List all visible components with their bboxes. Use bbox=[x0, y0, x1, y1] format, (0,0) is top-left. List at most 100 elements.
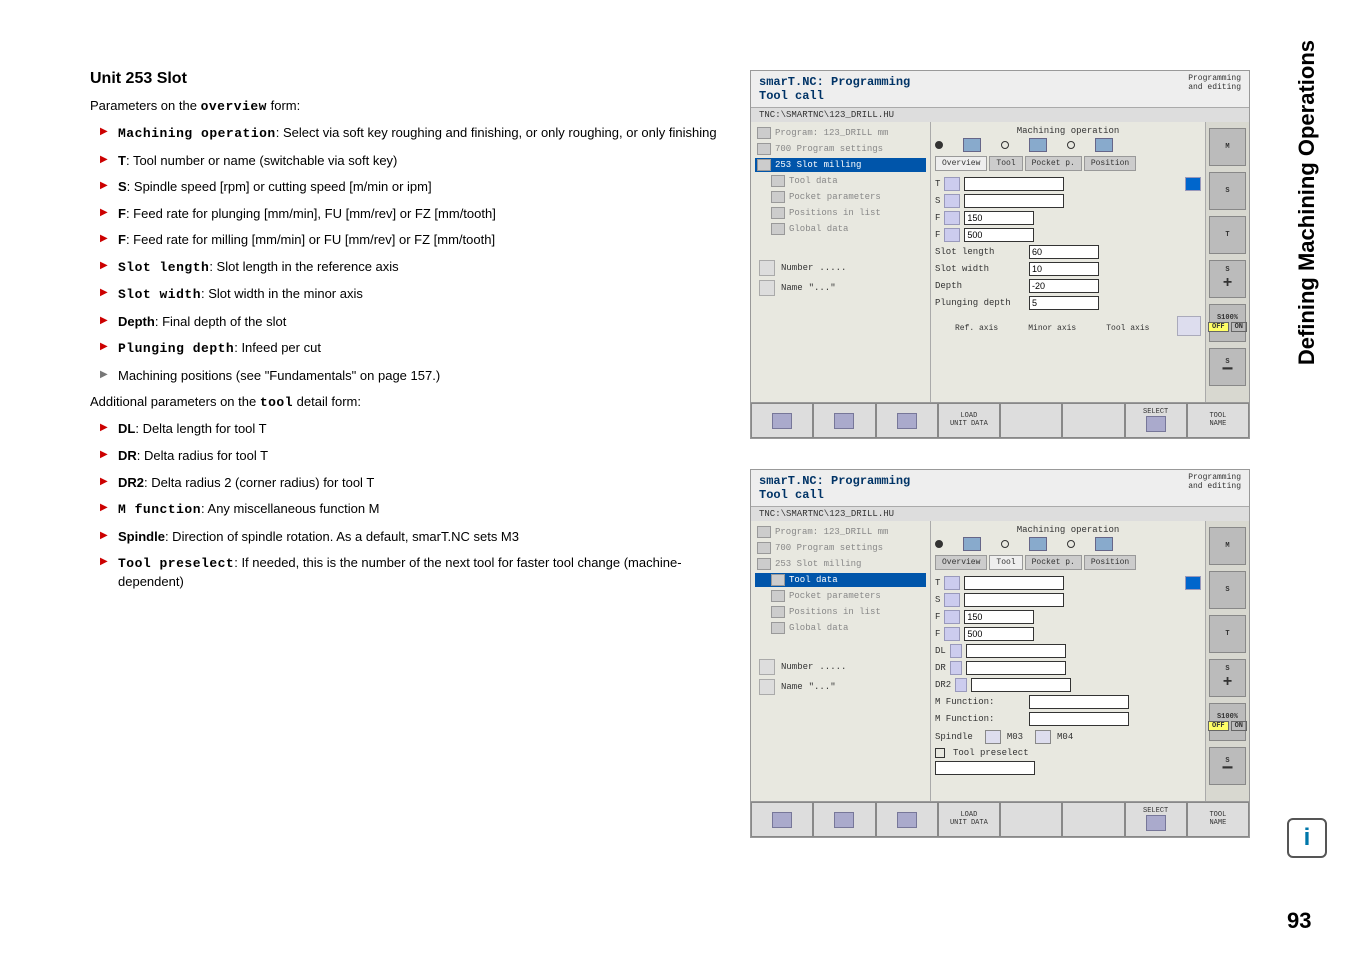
list-item: M function: Any miscellaneous function M bbox=[100, 500, 720, 519]
tree-item[interactable]: Program: 123_DRILL mm bbox=[755, 126, 926, 140]
softkey-select[interactable]: SELECT bbox=[1125, 802, 1187, 837]
tree-item[interactable]: 253 Slot milling bbox=[755, 158, 926, 172]
input-DR2[interactable] bbox=[971, 678, 1071, 692]
tab-overview[interactable]: Overview bbox=[935, 555, 987, 570]
m04-icon bbox=[1035, 730, 1051, 744]
side-btn-S[interactable]: S bbox=[1209, 172, 1246, 210]
m04-label: M04 bbox=[1057, 732, 1073, 742]
tab-pocket[interactable]: Pocket p. bbox=[1025, 156, 1082, 171]
input-depth[interactable] bbox=[1029, 279, 1099, 293]
input-F1[interactable] bbox=[964, 610, 1034, 624]
side-btn-minus[interactable]: S− bbox=[1209, 747, 1246, 785]
input-slot-length[interactable] bbox=[1029, 245, 1099, 259]
softkey-6[interactable] bbox=[1062, 802, 1124, 837]
tree-item-label: 253 Slot milling bbox=[775, 559, 861, 569]
tab-position[interactable]: Position bbox=[1084, 555, 1136, 570]
param-text: : Final depth of the slot bbox=[155, 314, 287, 329]
input-slot-width[interactable] bbox=[1029, 262, 1099, 276]
input-plunging[interactable] bbox=[1029, 296, 1099, 310]
side-btn-S[interactable]: S bbox=[1209, 571, 1246, 609]
tree-item[interactable]: Positions in list bbox=[755, 206, 926, 220]
tree-item[interactable]: Positions in list bbox=[755, 605, 926, 619]
tree-item[interactable]: Global data bbox=[755, 621, 926, 635]
side-btn-s100[interactable]: S100%OFFON bbox=[1209, 304, 1246, 342]
param-text: : Tool number or name (switchable via so… bbox=[126, 153, 397, 168]
softkey-icon bbox=[772, 812, 792, 828]
tree-item-icon bbox=[757, 127, 771, 139]
softkey-select[interactable]: SELECT bbox=[1125, 403, 1187, 438]
tab-tool[interactable]: Tool bbox=[989, 555, 1022, 570]
side-btn-M[interactable]: M bbox=[1209, 527, 1246, 565]
number-icon bbox=[759, 260, 775, 276]
chapter-title: Defining Machining Operations bbox=[1294, 40, 1320, 365]
softkey-1[interactable] bbox=[751, 802, 813, 837]
tab-tool[interactable]: Tool bbox=[989, 156, 1022, 171]
tree-item[interactable]: 253 Slot milling bbox=[755, 557, 926, 571]
softkey-load[interactable]: LOADUNIT DATA bbox=[938, 802, 1000, 837]
minus-icon: − bbox=[1221, 765, 1233, 775]
softkey-5[interactable] bbox=[1000, 403, 1062, 438]
row-F1: F bbox=[935, 211, 1201, 225]
list-item: Depth: Final depth of the slot bbox=[100, 313, 720, 331]
input-mfunc2[interactable] bbox=[1029, 712, 1129, 726]
side-btn-s100[interactable]: S100%OFFON bbox=[1209, 703, 1246, 741]
input-DL[interactable] bbox=[966, 644, 1066, 658]
input-S[interactable] bbox=[964, 593, 1064, 607]
row-S: S bbox=[935, 593, 1201, 607]
radio-finish[interactable] bbox=[1067, 540, 1075, 548]
tree-item[interactable]: 700 Program settings bbox=[755, 541, 926, 555]
tree-item[interactable]: Tool data bbox=[755, 174, 926, 188]
tree-item[interactable]: Tool data bbox=[755, 573, 926, 587]
side-btn-M[interactable]: M bbox=[1209, 128, 1246, 166]
machining-op-radios[interactable] bbox=[935, 138, 1201, 152]
tree-item[interactable]: Program: 123_DRILL mm bbox=[755, 525, 926, 539]
radio-rough-finish[interactable] bbox=[935, 141, 943, 149]
tab-position[interactable]: Position bbox=[1084, 156, 1136, 171]
tab-overview[interactable]: Overview bbox=[935, 156, 987, 171]
softkey-toolname[interactable]: TOOLNAME bbox=[1187, 403, 1249, 438]
tool-preselect-checkbox[interactable] bbox=[935, 748, 945, 758]
label-F2: F bbox=[935, 629, 940, 639]
cnc-mode: Programming and editing bbox=[1188, 75, 1241, 103]
input-F1[interactable] bbox=[964, 211, 1034, 225]
list-item: F: Feed rate for plunging [mm/min], FU [… bbox=[100, 205, 720, 223]
softkey-2[interactable] bbox=[813, 403, 875, 438]
cnc-title: smarT.NC: Programming bbox=[759, 474, 910, 488]
input-DR[interactable] bbox=[966, 661, 1066, 675]
radio-rough[interactable] bbox=[1001, 141, 1009, 149]
softkey-2[interactable] bbox=[813, 802, 875, 837]
list-item: F: Feed rate for milling [mm/min] or FU … bbox=[100, 231, 720, 249]
softkey-6[interactable] bbox=[1062, 403, 1124, 438]
input-T[interactable] bbox=[964, 576, 1064, 590]
side-btn-plus[interactable]: S+ bbox=[1209, 659, 1246, 697]
softkey-load[interactable]: LOADUNIT DATA bbox=[938, 403, 1000, 438]
input-T[interactable] bbox=[964, 177, 1064, 191]
side-btn-plus[interactable]: S+ bbox=[1209, 260, 1246, 298]
plus-icon: + bbox=[1223, 673, 1233, 691]
input-tool-preselect[interactable] bbox=[935, 761, 1035, 775]
tree-item[interactable]: Global data bbox=[755, 222, 926, 236]
radio-rough-finish[interactable] bbox=[935, 540, 943, 548]
radio-finish[interactable] bbox=[1067, 141, 1075, 149]
side-btn-T[interactable]: T bbox=[1209, 216, 1246, 254]
side-btn-T-label: T bbox=[1225, 231, 1229, 239]
input-S[interactable] bbox=[964, 194, 1064, 208]
input-mfunc1[interactable] bbox=[1029, 695, 1129, 709]
t-mode-icon[interactable] bbox=[1185, 177, 1201, 191]
softkey-5[interactable] bbox=[1000, 802, 1062, 837]
input-F2[interactable] bbox=[964, 627, 1034, 641]
softkey-toolname[interactable]: TOOLNAME bbox=[1187, 802, 1249, 837]
side-btn-T[interactable]: T bbox=[1209, 615, 1246, 653]
radio-rough[interactable] bbox=[1001, 540, 1009, 548]
tree-item[interactable]: Pocket parameters bbox=[755, 190, 926, 204]
tree-item[interactable]: Pocket parameters bbox=[755, 589, 926, 603]
input-F2[interactable] bbox=[964, 228, 1034, 242]
softkey-3[interactable] bbox=[876, 403, 938, 438]
softkey-3[interactable] bbox=[876, 802, 938, 837]
machining-op-radios[interactable] bbox=[935, 537, 1201, 551]
softkey-1[interactable] bbox=[751, 403, 813, 438]
tree-item[interactable]: 700 Program settings bbox=[755, 142, 926, 156]
t-mode-icon[interactable] bbox=[1185, 576, 1201, 590]
tab-pocket[interactable]: Pocket p. bbox=[1025, 555, 1082, 570]
side-btn-minus[interactable]: S− bbox=[1209, 348, 1246, 386]
